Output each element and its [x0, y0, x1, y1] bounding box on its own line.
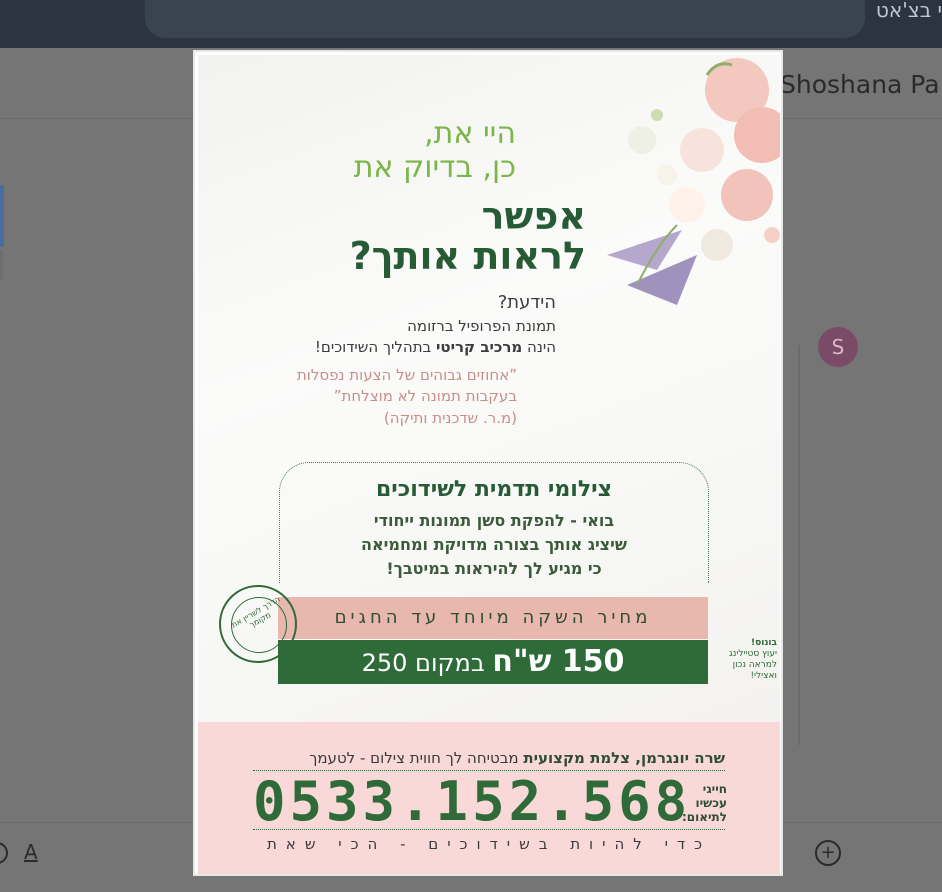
fact-line1: תמונת הפרופיל ברזומה: [407, 317, 556, 335]
headline-line4: לראות אותך?: [349, 234, 586, 278]
divider: [253, 829, 725, 830]
contact-line: שרה יונגרמן, צלמת מקצועית מבטיחה לך חווי…: [309, 749, 725, 767]
call-now-label: חייגי עכשיו לתיאום:: [682, 782, 727, 824]
box-title: צילומי תדמית לשידוכים: [375, 477, 613, 502]
tagline: כדי להיות בשידוכים - הכי שאת: [266, 835, 712, 853]
text-format-icon[interactable]: A: [24, 840, 38, 864]
bonus-note: בונוס! יעוץ סטיילינג למראה נכון ואצילי!: [729, 638, 777, 681]
fact-line2: הינה מרכיב קריטי בתהליך השידוכים!: [314, 338, 556, 356]
offer-box: צילומי תדמית לשידוכים בואי - להפקת סשן ת…: [279, 462, 709, 583]
quote-line1: ”אחוזים גבוהים של הצעות נפסלות: [296, 366, 517, 384]
promo-band: מחיר השקה מיוחד עד החגים: [278, 597, 708, 639]
phone-number: 0533.152.568: [253, 770, 692, 833]
box-line2: שיציג אותך בצורה מדויקת ומחמיאה: [361, 535, 627, 554]
sidebar-active-indicator: [0, 185, 4, 247]
search-bar[interactable]: [145, 0, 865, 38]
did-you-know: הידעת?: [497, 292, 556, 313]
quote-line2: בעקבות תמונה לא מוצלחת”: [333, 387, 517, 405]
attachment-frame: [780, 345, 800, 745]
flower-bouquet-image: [607, 58, 780, 305]
box-line1: בואי - להפקת סשן תמונות ייחודי: [373, 511, 615, 530]
box-line3: כי מגיע לך להיראות במיטבך!: [386, 559, 602, 578]
price-band: 150 ש"ח במקום 250: [278, 640, 708, 684]
sender-name[interactable]: Shoshana Paley: [780, 70, 942, 99]
avatar[interactable]: S: [818, 327, 858, 367]
headline-line1: היי את,: [424, 116, 516, 151]
stamp-icon: הדרך לשריין את מקומך: [219, 585, 297, 663]
top-bar: י בצ'אט: [0, 0, 942, 48]
headline-line2: כן, בדיוק את: [353, 150, 516, 185]
image-preview[interactable]: היי את, כן, בדיוק את אפשר לראות אותך? הי…: [193, 50, 783, 876]
headline-line3: אפשר: [481, 194, 586, 238]
sidebar-marker: [0, 250, 3, 280]
add-icon[interactable]: +: [815, 840, 841, 866]
search-hint-text: י בצ'אט: [875, 0, 942, 22]
quote-line3: (מ.ר. שדכנית ותיקה): [383, 409, 517, 427]
